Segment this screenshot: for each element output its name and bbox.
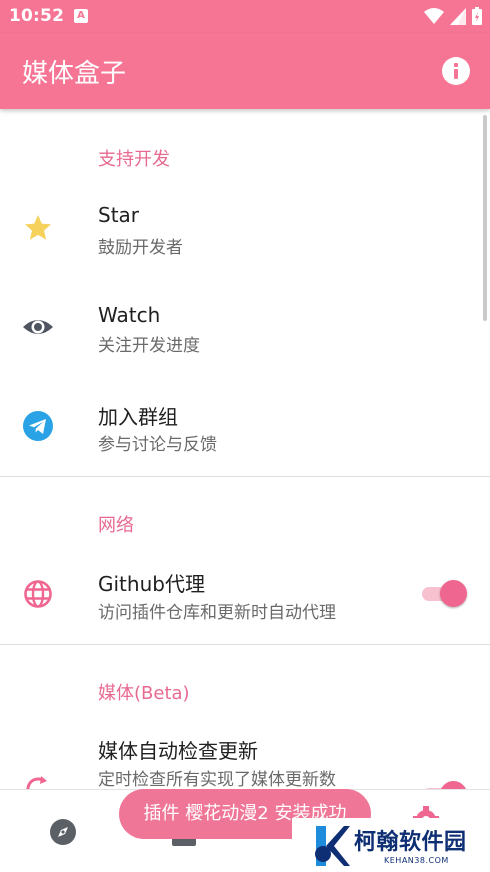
list-item-star[interactable]: Star 鼓励开发者 (0, 189, 490, 289)
list-item-media-auto-update[interactable]: 媒体自动检查更新 定时检查所有实现了媒体更新数 (0, 723, 490, 789)
section-title-media: 媒体(Beta) (98, 683, 190, 704)
status-time: 10:52 (9, 6, 65, 26)
item-title: 加入群组 (98, 405, 178, 429)
compass-icon[interactable] (49, 818, 77, 846)
refresh-icon (26, 776, 48, 789)
divider (0, 476, 490, 477)
item-subtitle: 定时检查所有实现了媒体更新数 (98, 770, 336, 789)
star-icon (25, 215, 51, 240)
list-item-join-group[interactable]: 加入群组 参与讨论与反馈 (0, 389, 490, 489)
watermark-url: KEHAN38.COM (384, 856, 449, 865)
globe-icon (24, 580, 52, 608)
item-subtitle: 关注开发进度 (98, 336, 200, 356)
watermark-logo: 柯翰软件园 KEHAN38.COM (292, 818, 490, 872)
eye-icon (23, 320, 53, 334)
list-item-watch[interactable]: Watch 关注开发进度 (0, 289, 490, 389)
status-bar: 10:52 A (0, 0, 490, 33)
section-title-network: 网络 (98, 515, 134, 536)
item-subtitle: 参与讨论与反馈 (98, 435, 217, 455)
battery-icon (472, 7, 482, 25)
notification-a-icon: A (74, 9, 88, 23)
item-title: 媒体自动检查更新 (98, 739, 258, 763)
kehan-logo-icon (315, 826, 350, 866)
telegram-icon (23, 411, 53, 441)
list-item-github-proxy[interactable]: Github代理 访问插件仓库和更新时自动代理 (0, 554, 490, 644)
info-icon[interactable] (442, 57, 470, 85)
app-title: 媒体盒子 (22, 59, 127, 89)
item-subtitle: 鼓励开发者 (98, 238, 183, 258)
item-subtitle: 访问插件仓库和更新时自动代理 (98, 603, 336, 623)
divider (0, 644, 490, 645)
signal-icon (450, 7, 466, 25)
item-title: Github代理 (98, 572, 205, 596)
section-title-support: 支持开发 (98, 149, 170, 170)
github-proxy-toggle[interactable] (422, 580, 467, 607)
watermark-brand: 柯翰软件园 (354, 830, 467, 855)
item-title: Watch (98, 303, 161, 327)
app-bar: 媒体盒子 (0, 33, 490, 109)
item-title: Star (98, 203, 140, 227)
wifi-icon (424, 8, 444, 24)
status-icons (424, 6, 482, 26)
settings-list: 支持开发 Star 鼓励开发者 Watch 关注开发进度 加入群组 参与讨论与反… (0, 109, 490, 789)
